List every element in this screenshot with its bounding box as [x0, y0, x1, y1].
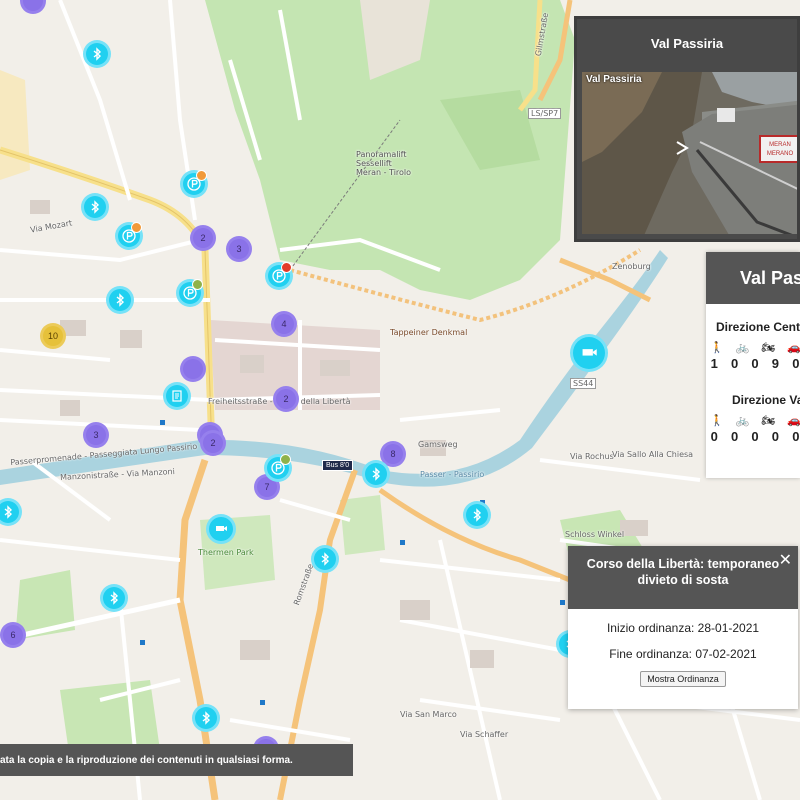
direction-label: Direzione Centro — [716, 320, 800, 334]
parking-marker[interactable] — [115, 222, 143, 250]
street-label: Gamsweg — [418, 440, 458, 449]
car-icon: 🚗 — [787, 415, 800, 427]
start-date: 28-01-2021 — [697, 621, 760, 635]
count-value: 0 — [751, 429, 759, 444]
ordinance-popup: Corso della Libertà: temporaneo divieto … — [568, 546, 798, 709]
poi-label: Zenoburg — [612, 262, 651, 271]
document-icon — [172, 390, 182, 402]
cluster-marker[interactable]: 6 — [0, 622, 26, 648]
bus-stop-icon[interactable] — [400, 540, 405, 545]
count-value: 1 — [710, 356, 718, 371]
svg-text:MERAN: MERAN — [769, 142, 791, 148]
count-value: 0 — [730, 429, 739, 444]
count-value: 0 — [792, 356, 800, 371]
count-value: 0 — [771, 429, 780, 444]
street-label: Via Schaffer — [460, 730, 509, 739]
bus-stop-icon[interactable] — [140, 640, 145, 645]
parking-marker[interactable] — [180, 170, 208, 198]
bluetooth-sensor-marker[interactable] — [81, 193, 109, 221]
poi-label: Schloss Winkel — [565, 530, 625, 539]
webcam-marker[interactable] — [570, 334, 608, 372]
street-label: Via Sallo Alla Chiesa — [612, 450, 694, 459]
counts-row: 1 0 0 9 0 — [706, 356, 800, 371]
bluetooth-icon — [91, 200, 100, 214]
start-label: Inizio ordinanza: — [606, 621, 695, 635]
webcam-panel: Val Passiria MERAN MERANO Val Passiria — [574, 16, 800, 242]
counts-row: 0 0 0 0 0 — [706, 429, 800, 444]
bluetooth-icon — [372, 467, 381, 481]
cluster-marker[interactable]: 3 — [226, 236, 252, 262]
start-date-row: Inizio ordinanza: 28-01-2021 — [568, 621, 798, 635]
car-icon: 🚗 — [787, 342, 800, 354]
pedestrian-icon: 🚶 — [710, 342, 724, 354]
bluetooth-icon — [321, 552, 330, 566]
cluster-marker[interactable]: 10 — [40, 323, 66, 349]
vehicle-icons-row: 🚶 🚲 🏍 🚗 🚚 — [706, 341, 800, 354]
webcam-title: Val Passiria — [650, 35, 724, 51]
bicycle-icon: 🚲 — [735, 342, 750, 354]
poi-label: Panoramalift Sessellift Meran - Tirolo — [356, 150, 412, 177]
count-value: 0 — [751, 356, 759, 371]
street-label: Via Rochus — [570, 452, 614, 461]
camera-icon — [582, 349, 597, 356]
cluster-marker[interactable]: 4 — [271, 311, 297, 337]
bluetooth-icon — [473, 508, 482, 522]
bluetooth-sensor-marker[interactable] — [311, 545, 339, 573]
bus-stop-icon[interactable] — [560, 600, 565, 605]
end-label: Fine ordinanza: — [609, 647, 692, 661]
vehicle-icons-row: 🚶 🚲 🏍 🚗 🚚 — [706, 414, 800, 427]
river-label: Passer - Passirio — [420, 470, 485, 479]
bluetooth-icon — [202, 711, 211, 725]
bluetooth-icon — [110, 591, 119, 605]
webcam-image[interactable]: MERAN MERANO Val Passiria — [582, 72, 797, 234]
copyright-notice: ata la copia e la riproduzione dei conte… — [0, 744, 353, 776]
bus-stop-icon[interactable] — [160, 420, 165, 425]
bicycle-icon: 🚲 — [735, 415, 750, 427]
street-label: Via San Marco — [400, 710, 457, 719]
cluster-marker[interactable] — [180, 356, 206, 382]
cluster-marker[interactable]: 3 — [83, 422, 109, 448]
show-ordinance-button[interactable]: Mostra Ordinanza — [640, 671, 726, 687]
svg-text:MERANO: MERANO — [767, 151, 794, 157]
bluetooth-sensor-marker[interactable] — [83, 40, 111, 68]
motorcycle-icon: 🏍 — [761, 415, 776, 427]
pedestrian-icon: 🚶 — [710, 415, 724, 427]
count-value: 0 — [792, 429, 800, 444]
road-ref-label: SS44 — [570, 378, 597, 389]
bus-stop-icon[interactable] — [260, 700, 265, 705]
bluetooth-sensor-marker[interactable] — [362, 460, 390, 488]
poi-label: Tappeiner Denkmal — [390, 328, 468, 337]
end-date: 07-02-2021 — [695, 647, 757, 661]
direction-label: Direzione Val Passiria — [732, 393, 800, 407]
bus-line-badge[interactable]: Bus 8'0 — [322, 460, 354, 471]
bluetooth-sensor-marker[interactable] — [463, 501, 491, 529]
bluetooth-icon — [4, 505, 13, 519]
road-ref-label: LS/SP7 — [528, 108, 562, 119]
parking-marker[interactable] — [264, 454, 292, 482]
ordinance-marker[interactable] — [163, 382, 191, 410]
traffic-counter-panel: Val Passiria Direzione Centro 🚶 🚲 🏍 🚗 🚚 … — [706, 252, 800, 478]
bluetooth-icon — [93, 47, 102, 61]
cluster-marker[interactable]: 2 — [200, 430, 226, 456]
cluster-marker[interactable]: 2 — [273, 386, 299, 412]
webcam-marker[interactable] — [206, 514, 236, 544]
bluetooth-sensor-marker[interactable] — [192, 704, 220, 732]
count-value: 9 — [771, 356, 780, 371]
parking-marker[interactable] — [176, 279, 204, 307]
parking-marker[interactable] — [265, 262, 293, 290]
counter-title: Val Passiria — [706, 252, 800, 304]
count-value: 0 — [730, 356, 739, 371]
count-value: 0 — [710, 429, 718, 444]
motorcycle-icon: 🏍 — [761, 342, 776, 354]
webcam-label: Val Passiria — [586, 74, 642, 85]
popup-title: Corso della Libertà: temporaneo divieto … — [568, 546, 798, 609]
bluetooth-icon — [116, 293, 125, 307]
end-date-row: Fine ordinanza: 07-02-2021 — [568, 647, 798, 661]
camera-icon — [216, 526, 227, 531]
bluetooth-sensor-marker[interactable] — [100, 584, 128, 612]
park-label: Thermen Park — [198, 548, 254, 557]
bluetooth-sensor-marker[interactable] — [106, 286, 134, 314]
close-icon[interactable]: ✕ — [779, 550, 792, 570]
cluster-marker[interactable]: 2 — [190, 225, 216, 251]
